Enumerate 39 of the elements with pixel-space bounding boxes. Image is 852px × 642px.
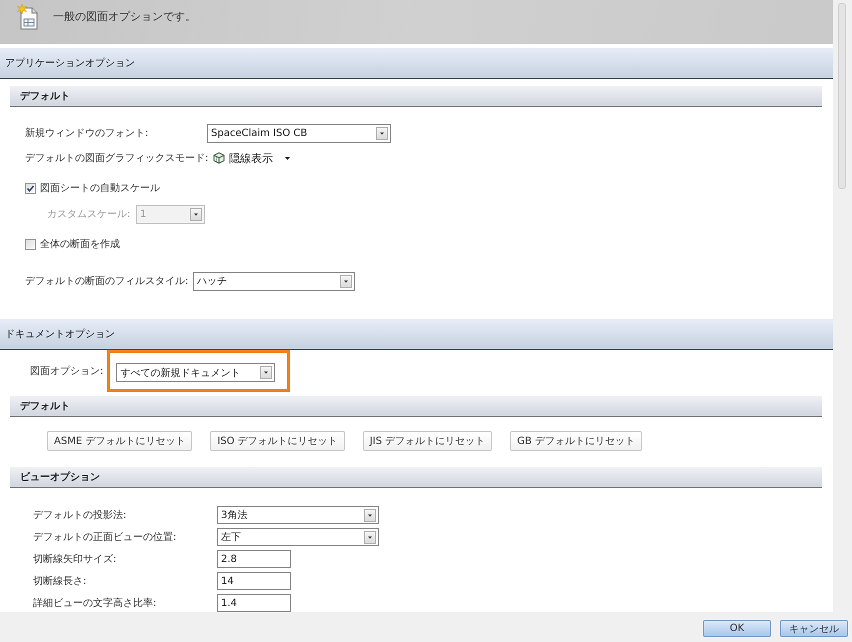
dropdown[interactable]: 3角法 (217, 506, 379, 524)
field-label: デフォルトの断面のフィルスタイル: (25, 274, 190, 288)
field-label: 新規ウィンドウのフォント: (25, 126, 150, 140)
reset-button[interactable]: GB デフォルトにリセット (510, 431, 642, 451)
field-label: 切断線長さ: (33, 574, 88, 588)
group-header: ビューオプション (10, 467, 822, 488)
field-label: 図面オプション: (30, 364, 104, 378)
field-label: 詳細ビューの文字高さ比率: (33, 596, 158, 610)
text-input[interactable]: 14 (217, 572, 291, 590)
checkbox[interactable] (25, 238, 36, 250)
dropdown[interactable]: すべての新規ドキュメント (116, 363, 276, 382)
reset-button[interactable]: ISO デフォルトにリセット (210, 431, 345, 451)
reset-button[interactable]: ASME デフォルトにリセット (47, 431, 192, 451)
graphics-mode-menu[interactable]: 隠線表示 (213, 150, 290, 166)
checkbox-label[interactable]: 図面シートの自動スケール (40, 181, 160, 195)
field-label: デフォルトの図面グラフィックスモード: (25, 152, 210, 165)
caret-icon (285, 156, 290, 160)
dropdown[interactable]: ハッチ (193, 272, 355, 290)
field-label: 切断線矢印サイズ: (33, 552, 118, 566)
reset-button[interactable]: JIS デフォルトにリセット (362, 431, 492, 451)
text-input[interactable]: 2.8 (217, 550, 291, 568)
section-header: ドキュメントオプション (0, 319, 833, 350)
document-star-icon (17, 4, 39, 30)
scrollbar-thumb[interactable] (838, 3, 846, 189)
checkbox-label[interactable]: 全体の断面を作成 (40, 237, 120, 251)
dialog-button[interactable]: キャンセル (780, 620, 848, 637)
cube-icon (213, 152, 225, 164)
dialog-button[interactable]: OK (703, 620, 771, 637)
dropdown[interactable]: 左下 (217, 528, 379, 546)
group-header: デフォルト (10, 396, 822, 417)
group-header: デフォルト (10, 86, 822, 107)
field-label: デフォルトの正面ビューの位置: (33, 530, 178, 544)
field-label: カスタムスケール: (47, 208, 132, 221)
checkbox[interactable] (25, 182, 36, 194)
header-description: 一般の図面オプションです。 (53, 9, 196, 25)
section-header: アプリケーションオプション (0, 48, 833, 79)
field-label: デフォルトの投影法: (33, 508, 128, 522)
dropdown[interactable]: SpaceClaim ISO CB (207, 124, 391, 142)
text-input[interactable]: 1.4 (217, 594, 291, 612)
